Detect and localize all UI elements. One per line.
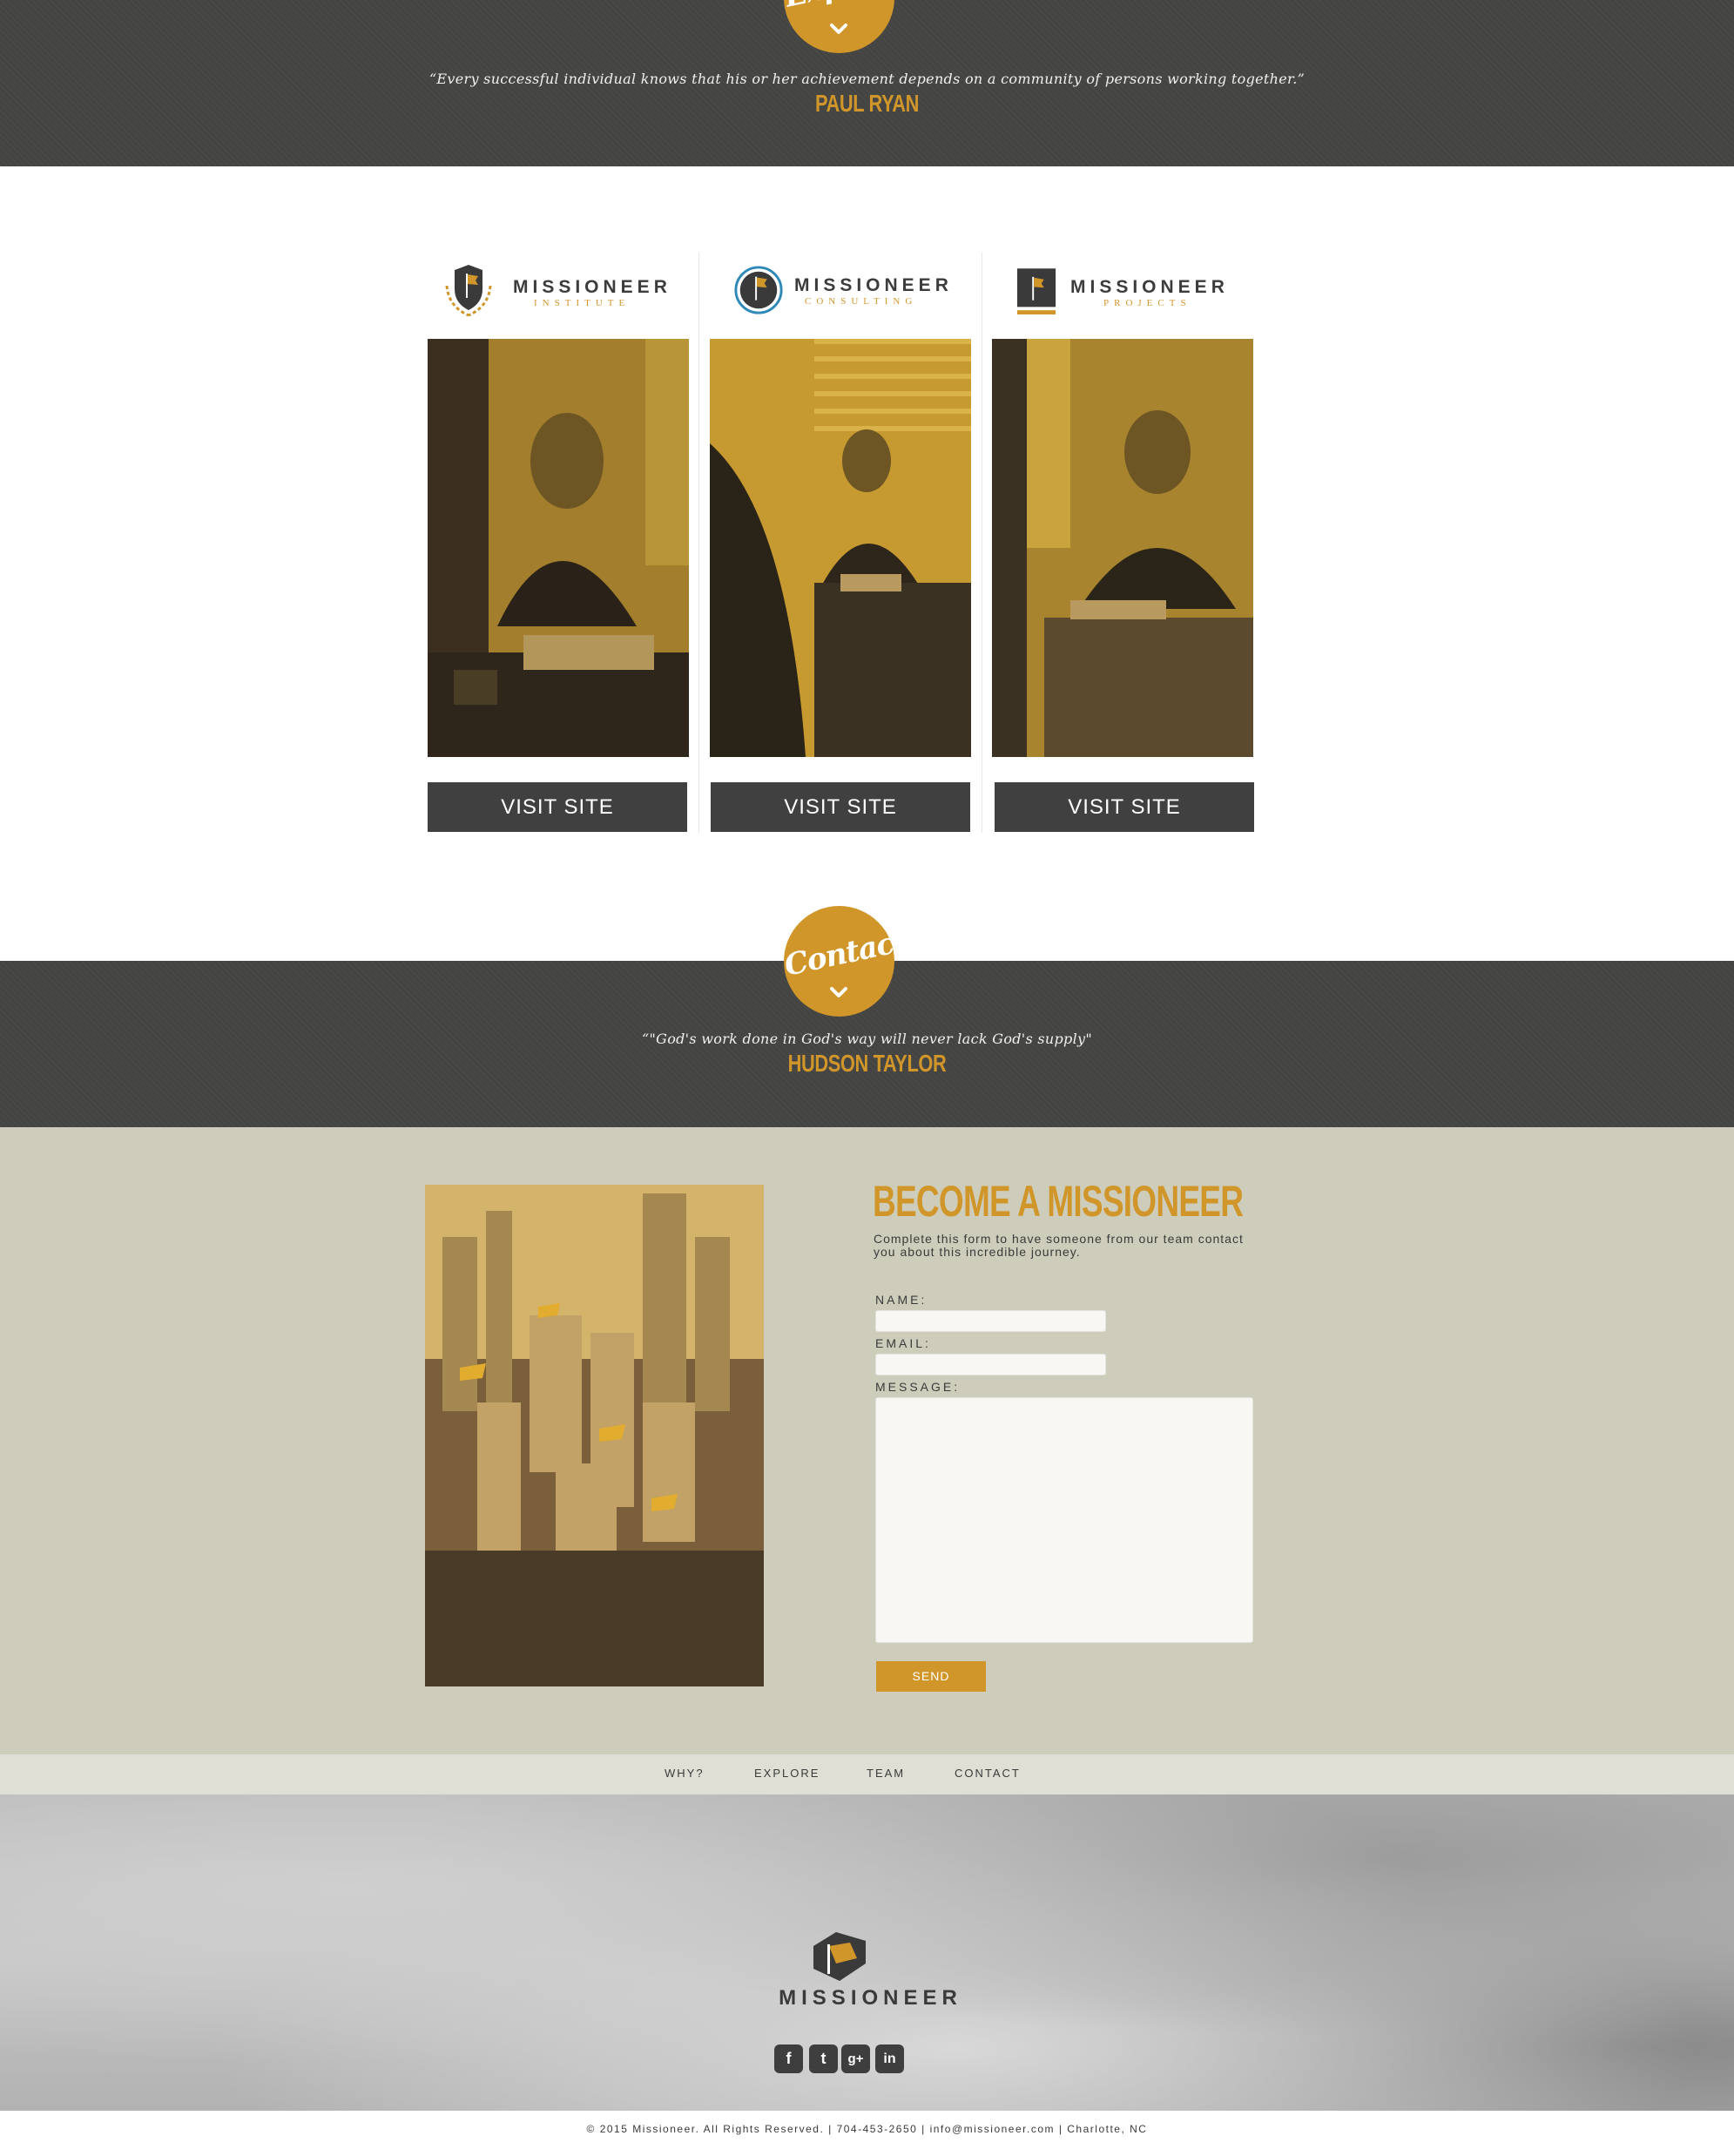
- contact-badge-label: Contact: [781, 923, 910, 983]
- institute-logo: MISSIONEER INSTITUTE: [440, 258, 710, 328]
- consulting-logo-name: MISSIONEER: [794, 275, 953, 295]
- message-field[interactable]: [875, 1397, 1253, 1643]
- projects-logo-name: MISSIONEER: [1070, 277, 1229, 297]
- institute-logo-sub: INSTITUTE: [534, 298, 631, 308]
- visit-site-button-consulting[interactable]: VISIT SITE: [711, 782, 970, 832]
- visit-site-button-projects[interactable]: VISIT SITE: [995, 782, 1254, 832]
- twitter-icon[interactable]: t: [809, 2044, 838, 2073]
- shield-flag-icon: [445, 265, 492, 317]
- contact-section: [0, 1127, 1734, 1754]
- missioneer-logo-icon: [813, 1932, 866, 1981]
- projects-logo: MISSIONEER PROJECTS: [1013, 258, 1283, 328]
- institute-photo: [428, 339, 689, 757]
- consulting-photo: [710, 339, 971, 757]
- footer-nav-explore[interactable]: EXPLORE: [754, 1767, 820, 1780]
- contact-badge[interactable]: Contact: [781, 906, 910, 1017]
- footer-nav-contact[interactable]: CONTACT: [955, 1767, 1021, 1780]
- explore-badge-label: Explore: [781, 0, 897, 15]
- compass-flag-icon: [734, 266, 783, 314]
- consulting-logo: MISSIONEER CONSULTING: [730, 258, 1000, 328]
- send-button[interactable]: SEND: [876, 1661, 986, 1692]
- contact-quote-author: HUDSON TAYLOR: [787, 1050, 947, 1077]
- consulting-logo-sub: CONSULTING: [805, 296, 918, 307]
- column-divider: [698, 253, 699, 833]
- email-field[interactable]: [875, 1354, 1106, 1375]
- chevron-down-icon: [830, 24, 847, 34]
- copyright-text: © 2015 Missioneer. All Rights Reserved. …: [586, 2123, 1148, 2135]
- footer-nav: WHY? EXPLORE TEAM CONTACT: [0, 1754, 1734, 1794]
- projects-logo-sub: PROJECTS: [1103, 298, 1191, 308]
- city-photo: [425, 1185, 764, 1686]
- square-flag-icon: [1017, 268, 1056, 314]
- message-label: MESSAGE:: [875, 1380, 961, 1394]
- footer-logo-name: MISSIONEER: [779, 1986, 962, 2010]
- linkedin-icon[interactable]: in: [875, 2044, 904, 2073]
- explore-quote-text: “Every successful individual knows that …: [428, 71, 1306, 87]
- chevron-down-icon: [830, 987, 847, 997]
- google-plus-icon[interactable]: g+: [841, 2044, 870, 2073]
- contact-quote-text: “"God's work done in God's way will neve…: [641, 1031, 1092, 1047]
- projects-photo: [992, 339, 1253, 757]
- footer-nav-team[interactable]: TEAM: [867, 1767, 905, 1780]
- email-label: EMAIL:: [875, 1336, 931, 1350]
- explore-quote-author: PAUL RYAN: [814, 90, 920, 117]
- form-title: BECOME A MISSIONEER: [873, 1177, 1244, 1226]
- footer-nav-why[interactable]: WHY?: [665, 1767, 705, 1780]
- visit-site-button-institute[interactable]: VISIT SITE: [428, 782, 687, 832]
- name-label: NAME:: [875, 1293, 928, 1307]
- institute-logo-name: MISSIONEER: [513, 277, 671, 297]
- facebook-icon[interactable]: f: [774, 2044, 803, 2073]
- name-field[interactable]: [875, 1310, 1106, 1332]
- form-description: Complete this form to have someone from …: [874, 1232, 1244, 1259]
